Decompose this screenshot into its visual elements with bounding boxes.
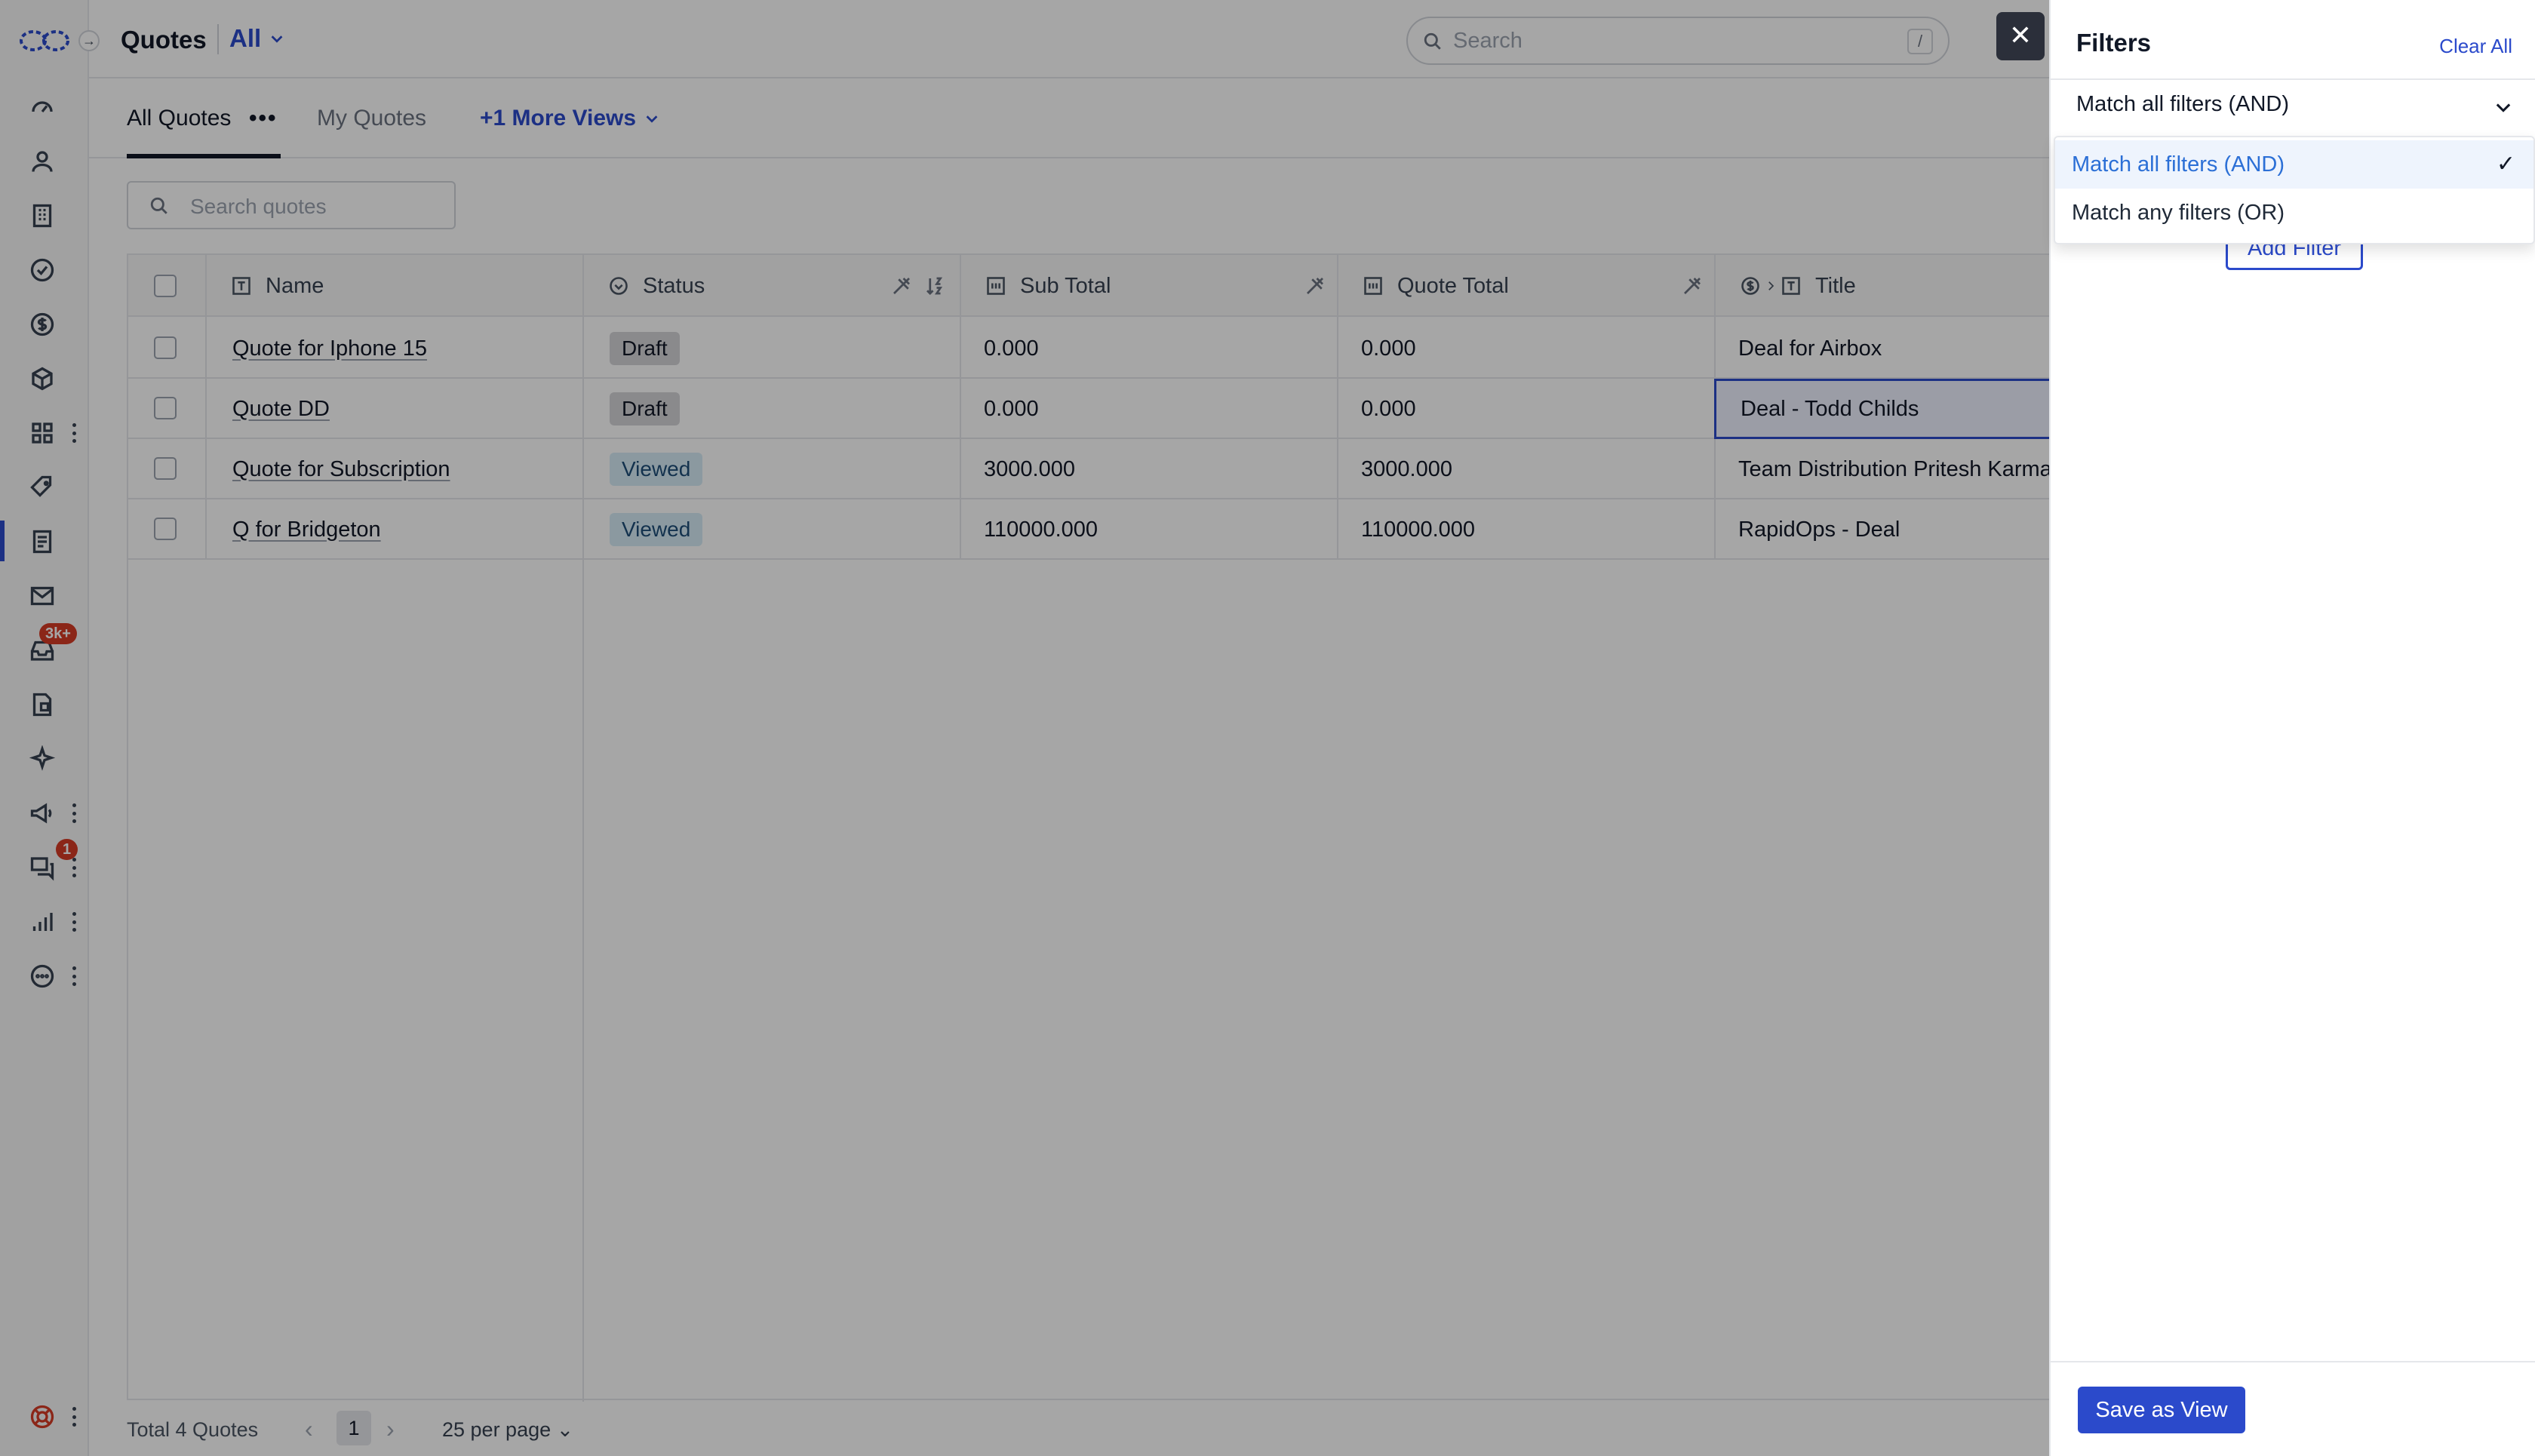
- match-any-option[interactable]: Match any filters (OR): [2055, 189, 2533, 237]
- match-mode-dropdown: Match all filters (AND) ✓ Match any filt…: [2054, 136, 2535, 244]
- match-all-option[interactable]: Match all filters (AND) ✓: [2055, 140, 2533, 189]
- match-any-option-label: Match any filters (OR): [2072, 201, 2285, 225]
- close-panel-button[interactable]: ✕: [1996, 12, 2045, 60]
- panel-divider: [2051, 1361, 2535, 1362]
- panel-divider: [2051, 78, 2535, 80]
- filter-panel-title: Filters: [2076, 29, 2152, 57]
- match-mode-select[interactable]: Match all filters (AND): [2076, 92, 2521, 125]
- clear-all-link[interactable]: Clear All: [2439, 35, 2512, 58]
- save-as-view-button[interactable]: Save as View: [2078, 1387, 2245, 1433]
- chevron-down-icon: [2496, 103, 2511, 112]
- modal-backdrop[interactable]: [0, 0, 2049, 1456]
- checkmark-icon: ✓: [2496, 152, 2515, 177]
- match-mode-value: Match all filters (AND): [2076, 92, 2289, 116]
- match-all-option-label: Match all filters (AND): [2072, 152, 2285, 177]
